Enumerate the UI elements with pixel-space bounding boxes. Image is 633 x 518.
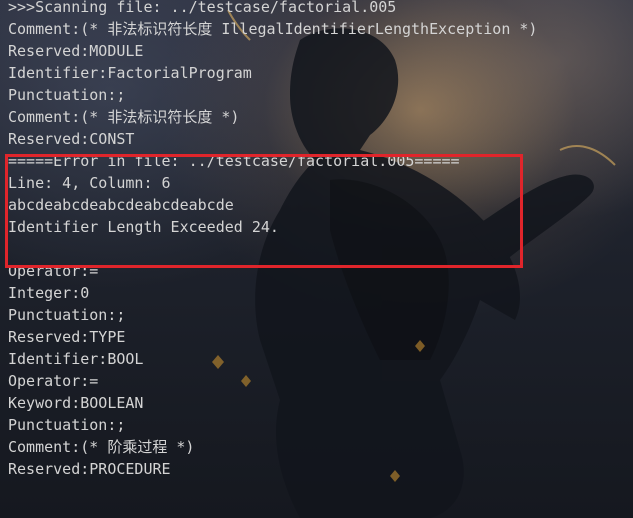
terminal-line: Operator:=: [8, 372, 99, 390]
terminal-line: >>>Scanning file: ../testcase/factorial.…: [8, 0, 397, 16]
terminal-line: Keyword:BOOLEAN: [8, 394, 144, 412]
terminal-line: Comment:(* 非法标识符长度 *): [8, 108, 240, 126]
terminal-line: Integer:0: [8, 284, 90, 302]
terminal-line: Reserved:CONST: [8, 130, 135, 148]
error-highlight-box: [5, 154, 523, 268]
terminal-line: Punctuation:;: [8, 86, 126, 104]
terminal-line: Reserved:PROCEDURE: [8, 460, 171, 478]
terminal-line: Comment:(* 非法标识符长度 IllegalIdentifierLeng…: [8, 20, 538, 38]
terminal-line: Punctuation:;: [8, 306, 126, 324]
terminal-line: Comment:(* 阶乘过程 *): [8, 438, 195, 456]
terminal-line: Identifier:BOOL: [8, 350, 144, 368]
terminal-line: Punctuation:;: [8, 416, 126, 434]
terminal-line: Reserved:TYPE: [8, 328, 126, 346]
terminal-line: Identifier:FactorialProgram: [8, 64, 252, 82]
terminal-line: Reserved:MODULE: [8, 42, 144, 60]
